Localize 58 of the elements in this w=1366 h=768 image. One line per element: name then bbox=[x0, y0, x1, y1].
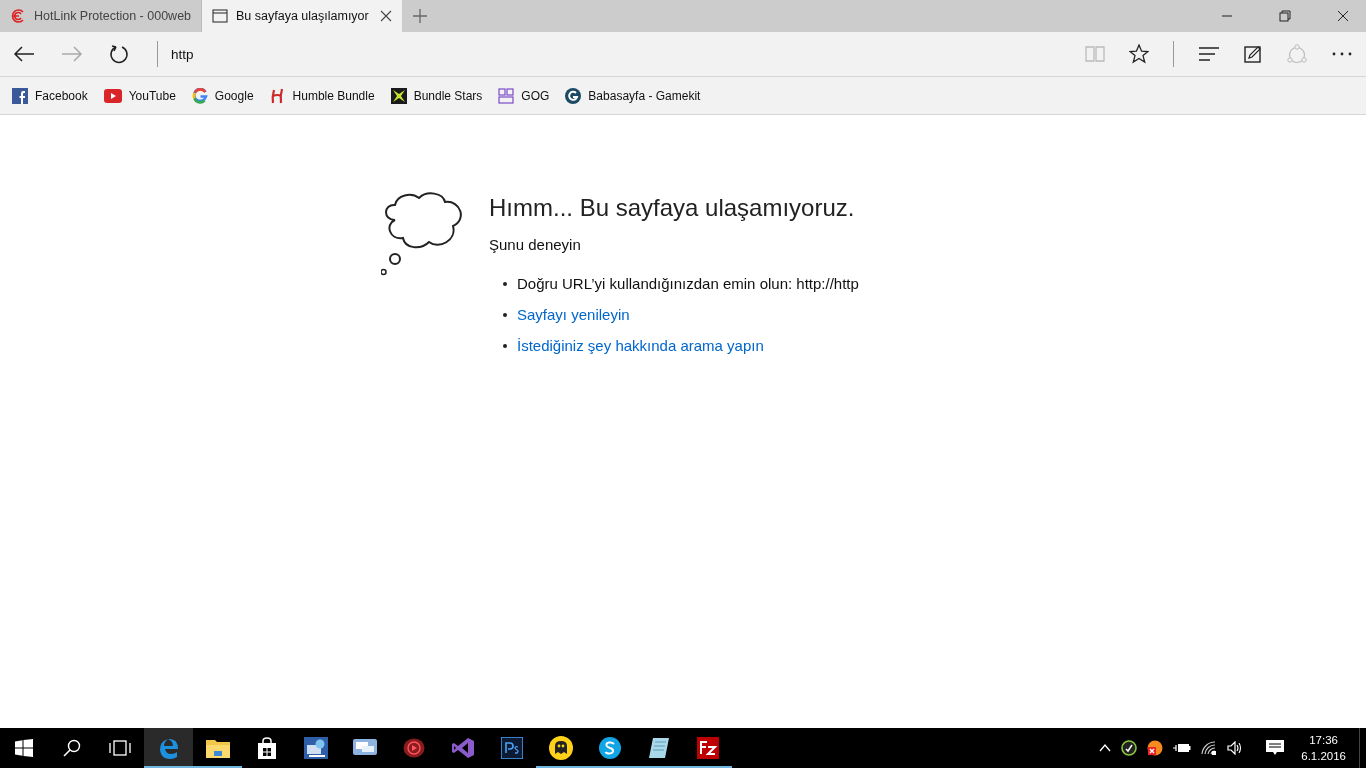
s-logo-icon bbox=[597, 736, 622, 760]
refresh-icon[interactable] bbox=[109, 44, 129, 64]
bookmark-link[interactable]: Bundle Stars bbox=[413, 88, 483, 103]
bookmark-link[interactable]: Google bbox=[214, 88, 254, 103]
fz-logo-icon bbox=[696, 737, 719, 759]
folder-icon bbox=[205, 738, 230, 758]
suggestion-link[interactable]: Sayfayı yenileyin bbox=[517, 306, 630, 323]
ps-logo-icon bbox=[500, 737, 523, 759]
youtube-icon bbox=[103, 88, 122, 103]
suggestion-link[interactable]: İstediğiniz şey hakkında arama yapın bbox=[517, 337, 764, 354]
bookmark-link[interactable]: YouTube bbox=[128, 88, 176, 103]
h-mark-icon bbox=[269, 87, 286, 104]
e-logo-icon bbox=[157, 737, 180, 759]
search-icon[interactable] bbox=[63, 739, 81, 757]
star-burst-icon bbox=[390, 87, 407, 104]
bookmark-link[interactable]: GOG bbox=[521, 88, 550, 103]
error-title: Hımm... Bu sayfaya ulaşamıyoruz. bbox=[489, 194, 856, 222]
wifi-icon[interactable] bbox=[1201, 741, 1218, 755]
windows-logo-icon[interactable] bbox=[15, 739, 33, 757]
facebook-icon bbox=[12, 87, 28, 104]
swirl-icon bbox=[10, 8, 26, 24]
suggestion-text: Doğru URL’yi kullandığınızdan emin olun: http://http bbox=[517, 275, 859, 292]
page-icon bbox=[212, 9, 229, 23]
note-icon[interactable] bbox=[1244, 45, 1262, 63]
task-view-icon[interactable] bbox=[109, 740, 131, 756]
star-icon[interactable] bbox=[1129, 44, 1149, 64]
play-icon bbox=[402, 738, 425, 758]
bullet-icon bbox=[503, 281, 507, 286]
monitor-icon bbox=[303, 737, 328, 759]
clock[interactable]: 17:36 6.1.2016 bbox=[1289, 728, 1360, 768]
chat-window-icon bbox=[351, 738, 378, 758]
bullet-icon bbox=[503, 343, 507, 348]
notification-icon[interactable] bbox=[1266, 740, 1285, 756]
check-circle-icon[interactable] bbox=[1121, 740, 1138, 756]
browser-tab[interactable]: Bu sayfaya ulaşılamıyor bbox=[202, 0, 403, 32]
taskbar-app[interactable] bbox=[144, 728, 193, 768]
close-icon[interactable] bbox=[1337, 10, 1349, 22]
circle-logo-icon bbox=[565, 87, 582, 104]
more-icon[interactable] bbox=[1332, 52, 1352, 56]
google-icon bbox=[191, 87, 208, 104]
bullet-icon bbox=[503, 312, 507, 317]
restore-icon[interactable] bbox=[1279, 10, 1291, 22]
bookmark-link[interactable]: Humble Bundle bbox=[292, 88, 375, 103]
back-icon[interactable] bbox=[13, 45, 35, 63]
infinity-logo-icon bbox=[451, 737, 474, 759]
notepad-icon bbox=[646, 737, 671, 759]
bookmark-link[interactable]: Babasayfa - Gamekit bbox=[588, 88, 701, 103]
grid-logo-icon bbox=[498, 87, 515, 104]
close-tab-icon[interactable] bbox=[380, 10, 393, 22]
speaker-icon[interactable] bbox=[1227, 741, 1244, 755]
ghost-icon bbox=[548, 736, 573, 760]
battery-icon[interactable] bbox=[1173, 742, 1192, 754]
shopping-bag-icon bbox=[255, 737, 278, 759]
error-subtitle: Şunu deneyin bbox=[489, 236, 582, 253]
hub-icon[interactable] bbox=[1198, 47, 1220, 61]
error-badge-icon[interactable] bbox=[1147, 740, 1164, 756]
bookmark-link[interactable]: Facebook bbox=[35, 88, 88, 103]
chevron-up-icon[interactable] bbox=[1099, 744, 1112, 752]
